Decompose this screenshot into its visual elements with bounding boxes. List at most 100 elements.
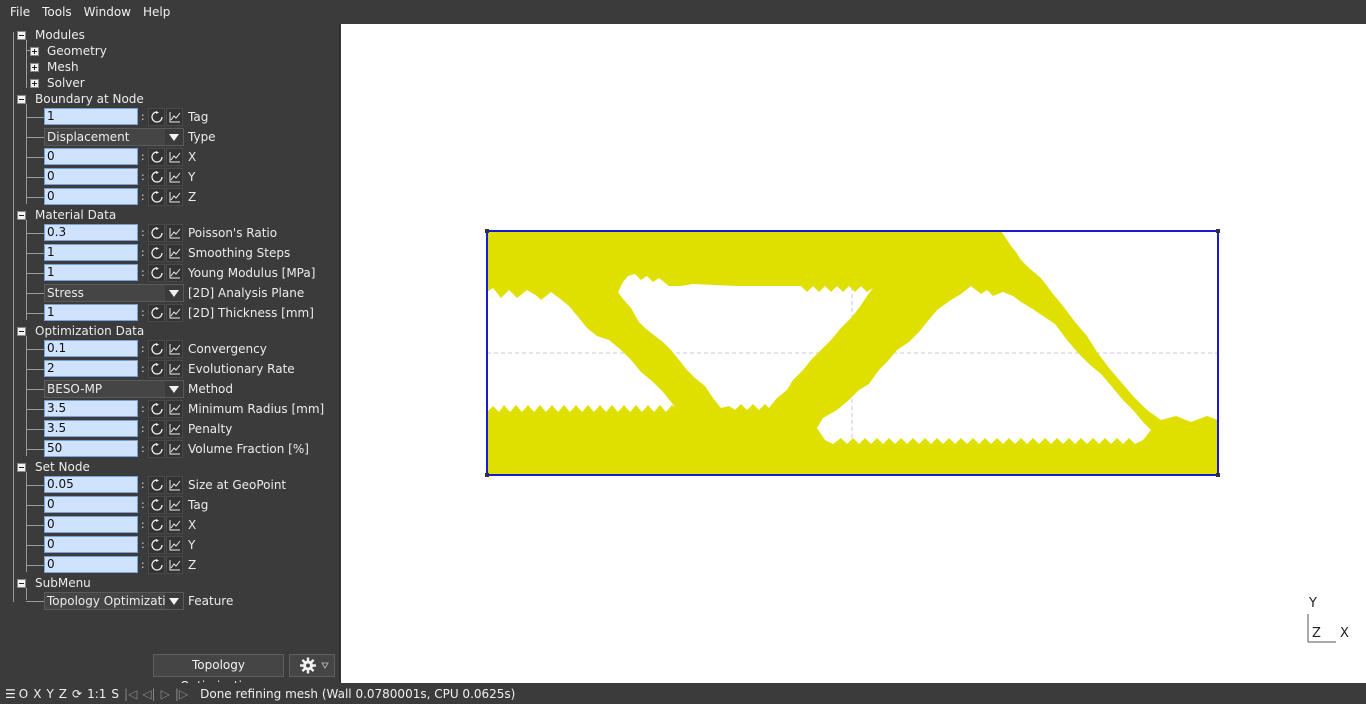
setnode-z-input[interactable]: 0 [44, 556, 138, 573]
graph-button[interactable] [166, 148, 183, 166]
graph-button[interactable] [166, 400, 183, 418]
setnode-y-input[interactable]: 0 [44, 536, 138, 553]
convergency-input[interactable]: 0.1 [44, 340, 138, 357]
settings-button[interactable] [289, 654, 335, 677]
boundary-tag-input[interactable]: 1 [44, 108, 138, 125]
boundary-type-select[interactable]: Displacement [44, 128, 184, 146]
thickness-input[interactable]: 1 [44, 304, 138, 321]
scale-button[interactable]: 1:1 [87, 687, 106, 701]
autocheck-button[interactable] [148, 304, 165, 322]
tree-submenu[interactable]: SubMenu [0, 573, 340, 593]
graph-button[interactable] [166, 516, 183, 534]
setnode-x-input[interactable]: 0 [44, 516, 138, 533]
autocheck-button[interactable] [148, 148, 165, 166]
menu-file[interactable]: File [4, 5, 36, 19]
status-bar: ☰ O X Y Z ⟳ 1:1 S |◁ ◁| ▷ |▷ Done refini… [0, 683, 1366, 704]
boundary-y-input[interactable]: 0 [44, 168, 138, 185]
size-input[interactable]: 0.05 [44, 476, 138, 493]
autocheck-button[interactable] [148, 516, 165, 534]
expand-icon[interactable] [30, 79, 39, 88]
autocheck-button[interactable] [148, 360, 165, 378]
graph-button[interactable] [166, 496, 183, 514]
autocheck-button[interactable] [148, 440, 165, 458]
run-topology-optimization-button[interactable]: Topology Optimization [153, 654, 284, 693]
boundary-z-input[interactable]: 0 [44, 188, 138, 205]
radius-input[interactable]: 3.5 [44, 400, 138, 417]
tree-boundary-at-node[interactable]: Boundary at Node [0, 89, 340, 109]
chevron-down-icon [169, 386, 179, 393]
play-icon[interactable]: ▷ [161, 687, 170, 701]
autocheck-button[interactable] [148, 496, 165, 514]
last-step-icon[interactable]: |▷ [175, 687, 188, 701]
thickness-row: 1 : [2D] Thickness [mm] [0, 303, 340, 323]
graph-button[interactable] [166, 224, 183, 242]
graph-button[interactable] [166, 264, 183, 282]
autocheck-button[interactable] [148, 244, 165, 262]
graph-button[interactable] [166, 440, 183, 458]
menu-window[interactable]: Window [78, 5, 137, 19]
view-o-button[interactable]: O [19, 687, 28, 701]
collapse-icon[interactable] [17, 31, 26, 40]
analysis-plane-select[interactable]: Stress [44, 284, 184, 302]
graphics-viewport[interactable]: Y Z X [341, 24, 1366, 683]
smoothing-input[interactable]: 1 [44, 244, 138, 261]
autocheck-button[interactable] [148, 400, 165, 418]
corner-point[interactable] [485, 229, 489, 233]
select-s-button[interactable]: S [111, 687, 119, 701]
corner-point[interactable] [1216, 229, 1220, 233]
rotate-icon[interactable]: ⟳ [72, 687, 82, 701]
graph-button[interactable] [166, 108, 183, 126]
graph-button[interactable] [166, 360, 183, 378]
graph-button[interactable] [166, 556, 183, 574]
poisson-input[interactable]: 0.3 [44, 224, 138, 241]
graph-button[interactable] [166, 420, 183, 438]
graph-button[interactable] [166, 340, 183, 358]
autocheck-button[interactable] [148, 420, 165, 438]
first-step-icon[interactable]: |◁ [124, 687, 137, 701]
autocheck-button[interactable] [148, 224, 165, 242]
tree-material-data[interactable]: Material Data [0, 205, 340, 225]
graph-button[interactable] [166, 188, 183, 206]
boundary-x-input[interactable]: 0 [44, 148, 138, 165]
penalty-input[interactable]: 3.5 [44, 420, 138, 437]
method-select[interactable]: BESO-MP [44, 380, 184, 398]
view-x-button[interactable]: X [33, 687, 41, 701]
autocheck-button[interactable] [148, 188, 165, 206]
collapse-icon[interactable] [17, 579, 26, 588]
collapse-icon[interactable] [17, 95, 26, 104]
view-y-button[interactable]: Y [46, 687, 53, 701]
feature-select[interactable]: Topology Optimization [44, 592, 184, 610]
autocheck-button[interactable] [148, 476, 165, 494]
autocheck-button[interactable] [148, 340, 165, 358]
autocheck-button[interactable] [148, 264, 165, 282]
evo-rate-input[interactable]: 2 [44, 360, 138, 377]
tree-set-node[interactable]: Set Node [0, 457, 340, 477]
collapse-icon[interactable] [17, 211, 26, 220]
menu-help[interactable]: Help [137, 5, 176, 19]
menu-icon[interactable]: ☰ [5, 687, 16, 701]
young-input[interactable]: 1 [44, 264, 138, 281]
corner-point[interactable] [1216, 473, 1220, 477]
graph-button[interactable] [166, 304, 183, 322]
corner-point[interactable] [485, 473, 489, 477]
collapse-icon[interactable] [17, 463, 26, 472]
select-value: BESO-MP [47, 382, 103, 396]
expand-icon[interactable] [30, 47, 39, 56]
graph-button[interactable] [166, 168, 183, 186]
graph-button[interactable] [166, 244, 183, 262]
graph-button[interactable] [166, 536, 183, 554]
autocheck-button[interactable] [148, 556, 165, 574]
autocheck-button[interactable] [148, 536, 165, 554]
tree-optimization-data[interactable]: Optimization Data [0, 321, 340, 341]
axis-triad: Y Z X [1304, 596, 1364, 648]
volume-input[interactable]: 50 [44, 440, 138, 457]
setnode-tag-input[interactable]: 0 [44, 496, 138, 513]
prev-step-icon[interactable]: ◁| [142, 687, 155, 701]
autocheck-button[interactable] [148, 108, 165, 126]
collapse-icon[interactable] [17, 327, 26, 336]
expand-icon[interactable] [30, 63, 39, 72]
graph-button[interactable] [166, 476, 183, 494]
menu-tools[interactable]: Tools [36, 5, 78, 19]
autocheck-button[interactable] [148, 168, 165, 186]
view-z-button[interactable]: Z [59, 687, 67, 701]
